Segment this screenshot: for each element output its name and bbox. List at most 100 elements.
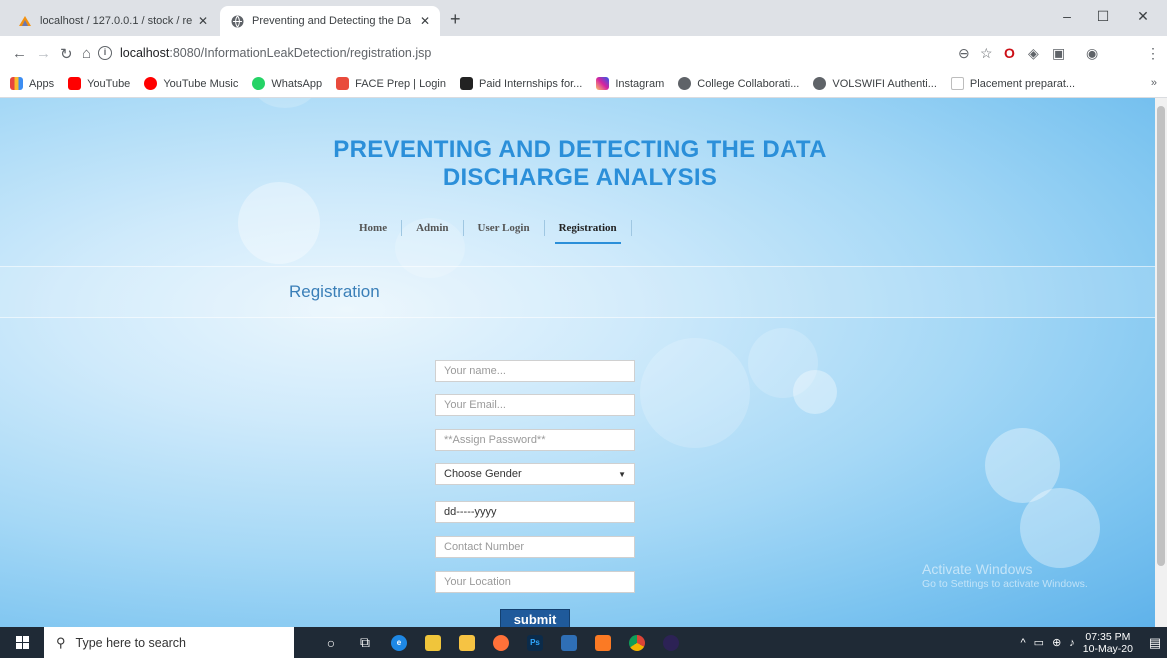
nav-admin[interactable]: Admin bbox=[402, 220, 464, 236]
watermark-title: Activate Windows bbox=[922, 561, 1033, 577]
clock-date: 10-May-20 bbox=[1082, 642, 1133, 655]
start-button[interactable] bbox=[0, 627, 44, 658]
extension-icon[interactable]: ▣ bbox=[1052, 45, 1065, 62]
instagram-icon bbox=[596, 77, 610, 90]
nav-user-login[interactable]: User Login bbox=[464, 220, 545, 236]
minimize-button[interactable]: – bbox=[1052, 8, 1082, 24]
extension-icon[interactable]: ◈ bbox=[1028, 45, 1039, 62]
site-title-line-2: DISCHARGE ANALYSIS bbox=[442, 164, 718, 191]
task-view-icon[interactable]: ⧉ bbox=[350, 627, 380, 658]
nav-home[interactable]: Home bbox=[345, 220, 403, 236]
search-icon: ⚲ bbox=[56, 634, 66, 650]
url-path: :8080/InformationLeakDetection/registrat… bbox=[169, 46, 432, 60]
section-title: Registration bbox=[289, 282, 380, 301]
reload-icon[interactable]: ↻ bbox=[60, 45, 73, 63]
submit-button[interactable]: submit bbox=[500, 609, 570, 627]
maximize-button[interactable]: ☐ bbox=[1088, 8, 1118, 25]
menu-kebab-icon[interactable]: ⋮ bbox=[1146, 45, 1160, 62]
notifications-icon[interactable]: ▤ bbox=[1143, 627, 1167, 658]
firefox-icon[interactable] bbox=[486, 627, 516, 658]
more-bookmarks-button[interactable]: » bbox=[1151, 77, 1157, 89]
bokeh-decoration bbox=[1020, 488, 1100, 568]
profile-avatar-icon[interactable]: ◉ bbox=[1086, 45, 1098, 62]
volume-icon[interactable]: ♪ bbox=[1069, 637, 1075, 649]
scrollbar-thumb[interactable] bbox=[1157, 106, 1165, 566]
taskbar-search-text: Type here to search bbox=[75, 635, 187, 650]
dropdown-arrow-icon: ▼ bbox=[618, 469, 626, 479]
name-input[interactable] bbox=[435, 360, 635, 382]
home-icon[interactable]: ⌂ bbox=[82, 45, 91, 62]
globe-icon bbox=[678, 77, 692, 90]
nav-registration[interactable]: Registration bbox=[545, 220, 632, 244]
bookmark-internships[interactable]: Paid Internships for... bbox=[459, 77, 582, 90]
info-icon[interactable]: i bbox=[98, 46, 112, 60]
whatsapp-icon bbox=[252, 77, 266, 90]
bookmark-youtube[interactable]: YouTube bbox=[68, 77, 130, 90]
bookmark-whatsapp[interactable]: WhatsApp bbox=[252, 77, 322, 90]
tab-registration[interactable]: Preventing and Detecting the Da ✕ bbox=[220, 6, 440, 36]
close-window-button[interactable]: ✕ bbox=[1128, 8, 1158, 25]
bookmark-instagram[interactable]: Instagram bbox=[596, 77, 664, 90]
tab-title: Preventing and Detecting the Da bbox=[252, 15, 411, 27]
date-of-birth-value: dd-----yyyy bbox=[444, 506, 497, 518]
youtube-icon bbox=[68, 77, 82, 90]
browser-tab-strip: localhost / 127.0.0.1 / stock / reg ✕ Pr… bbox=[0, 0, 1167, 36]
new-tab-button[interactable]: + bbox=[450, 9, 461, 30]
section-band bbox=[0, 266, 1155, 318]
windows-logo-icon bbox=[15, 636, 29, 649]
cortana-icon[interactable]: ○ bbox=[316, 627, 346, 658]
bokeh-decoration bbox=[255, 98, 315, 108]
site-title-line-1: PREVENTING AND DETECTING THE DATA bbox=[333, 136, 827, 163]
faceprep-icon bbox=[336, 77, 350, 90]
bookmark-youtube-music[interactable]: YouTube Music bbox=[144, 77, 238, 90]
bookmark-apps[interactable]: Apps bbox=[10, 77, 54, 90]
bookmark-volswifi[interactable]: VOLSWIFI Authenti... bbox=[813, 77, 937, 90]
date-of-birth-input[interactable]: dd-----yyyy bbox=[435, 501, 635, 523]
watermark-subtitle: Go to Settings to activate Windows. bbox=[922, 578, 1088, 590]
gender-select-value: Choose Gender bbox=[444, 468, 522, 480]
file-explorer-icon[interactable] bbox=[452, 627, 482, 658]
page-scrollbar[interactable] bbox=[1155, 98, 1167, 627]
store-icon[interactable] bbox=[418, 627, 448, 658]
close-tab-icon[interactable]: ✕ bbox=[198, 14, 208, 28]
tab-title: localhost / 127.0.0.1 / stock / reg bbox=[40, 15, 192, 27]
page-content: PREVENTING AND DETECTING THE DATA DISCHA… bbox=[0, 98, 1155, 627]
clock-time: 07:35 PM bbox=[1085, 630, 1131, 643]
opera-extension-icon[interactable]: O bbox=[1004, 45, 1015, 61]
apps-icon bbox=[10, 77, 23, 90]
tab-phpmyadmin[interactable]: localhost / 127.0.0.1 / stock / reg ✕ bbox=[8, 6, 218, 36]
photoshop-icon[interactable]: Ps bbox=[520, 627, 550, 658]
zoom-icon[interactable]: ⊖ bbox=[958, 45, 970, 62]
bokeh-decoration bbox=[640, 338, 750, 448]
show-hidden-icons-icon[interactable]: ^ bbox=[1021, 637, 1026, 649]
xampp-icon[interactable] bbox=[588, 627, 618, 658]
email-input[interactable] bbox=[435, 394, 635, 416]
address-bar[interactable]: i localhost:8080/InformationLeakDetectio… bbox=[98, 41, 928, 65]
network-icon[interactable]: ⊕ bbox=[1052, 636, 1061, 649]
bookmark-star-icon[interactable]: ☆ bbox=[980, 45, 993, 62]
location-input[interactable] bbox=[435, 571, 635, 593]
system-tray: ^ ▭ ⊕ ♪ 07:35 PM 10-May-20 ▤ bbox=[1021, 627, 1167, 658]
eclipse-icon[interactable] bbox=[656, 627, 686, 658]
bookmark-faceprep[interactable]: FACE Prep | Login bbox=[336, 77, 446, 90]
contact-number-input[interactable] bbox=[435, 536, 635, 558]
forward-arrow-icon[interactable]: → bbox=[36, 45, 51, 62]
site-title: PREVENTING AND DETECTING THE DATA DISCHA… bbox=[300, 136, 860, 192]
close-tab-icon[interactable]: ✕ bbox=[420, 14, 430, 28]
password-input[interactable] bbox=[435, 429, 635, 451]
edge-icon[interactable]: e bbox=[384, 627, 414, 658]
bookmark-college[interactable]: College Collaborati... bbox=[678, 77, 799, 90]
virtualbox-icon[interactable] bbox=[554, 627, 584, 658]
activate-windows-watermark: Activate Windows Go to Settings to activ… bbox=[922, 562, 1088, 592]
battery-icon[interactable]: ▭ bbox=[1034, 636, 1044, 649]
globe-icon bbox=[230, 14, 244, 28]
phpmyadmin-icon bbox=[18, 14, 32, 28]
bokeh-decoration bbox=[793, 370, 837, 414]
bookmark-placement[interactable]: Placement preparat... bbox=[950, 77, 1075, 90]
taskbar-clock[interactable]: 07:35 PM 10-May-20 bbox=[1083, 631, 1133, 655]
chrome-icon[interactable] bbox=[622, 627, 652, 658]
gender-select[interactable]: Choose Gender ▼ bbox=[435, 463, 635, 485]
back-arrow-icon[interactable]: ← bbox=[12, 45, 27, 62]
taskbar-search-box[interactable]: ⚲ Type here to search bbox=[44, 627, 294, 658]
url-host: localhost bbox=[120, 46, 170, 60]
